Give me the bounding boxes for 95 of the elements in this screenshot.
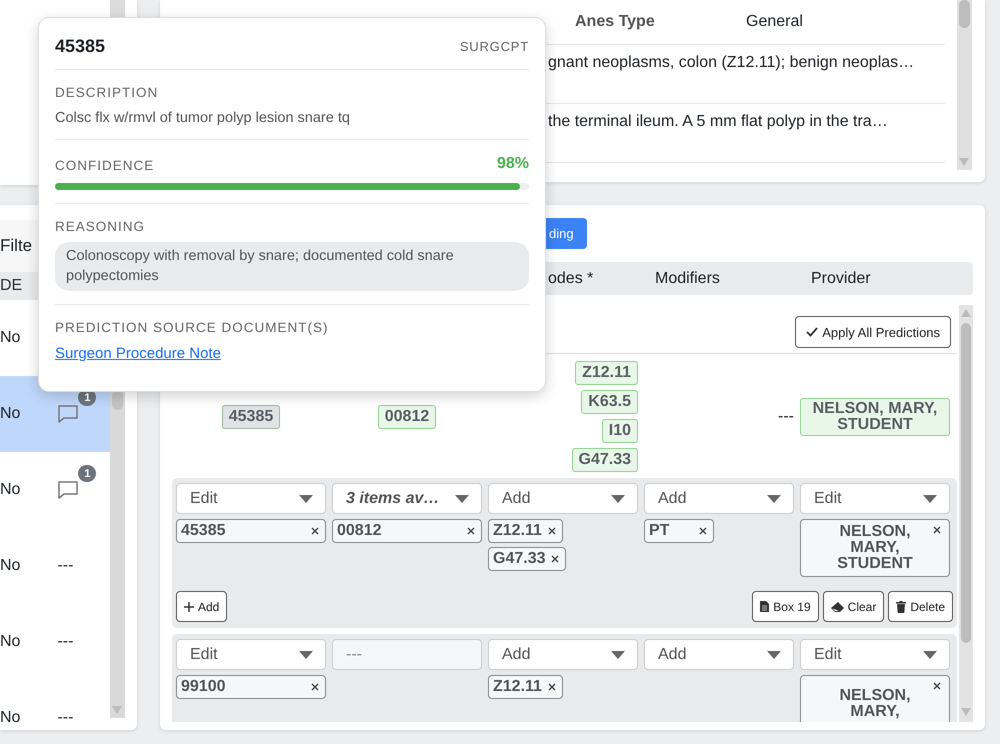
provider-chip[interactable]: NELSON, MARY, STUDENT: [800, 519, 950, 577]
field-label: Anes Type: [575, 13, 656, 31]
box-button[interactable]: Box 19: [752, 591, 819, 622]
remove-icon[interactable]: [551, 555, 560, 563]
caret-icon: [923, 494, 937, 502]
table-cell: ---: [57, 633, 74, 651]
table-row[interactable]: No ---: [0, 680, 110, 730]
table-row[interactable]: No 1: [0, 452, 110, 528]
code-chip[interactable]: Z12.11: [488, 519, 563, 543]
dropdown[interactable]: Add: [488, 483, 638, 514]
remove-icon[interactable]: [548, 683, 556, 691]
prediction-chip[interactable]: NELSON, MARY, STUDENT: [800, 398, 950, 436]
dropdown[interactable]: Edit: [800, 483, 950, 514]
remove-icon[interactable]: [933, 682, 941, 690]
code-chip[interactable]: 99100: [176, 675, 326, 699]
caret-icon: [611, 494, 625, 502]
column-header: Modifiers: [654, 270, 721, 288]
remove-icon[interactable]: [933, 526, 941, 534]
column-header: odes *: [547, 270, 594, 288]
section-label: DESCRIPTION: [55, 85, 160, 100]
description-text: Colsc flx w/rmvl of tumor polyp lesion snare tq: [55, 110, 351, 126]
section-label: PREDICTION SOURCE DOCUMENT(S): [55, 320, 330, 335]
comment-count: 1: [78, 465, 96, 482]
trash-icon: [896, 600, 906, 612]
dropdown[interactable]: 3 items av…: [332, 483, 482, 514]
tab[interactable]: ding: [546, 218, 587, 249]
remove-icon[interactable]: [548, 527, 556, 535]
scrollbar[interactable]: [959, 305, 973, 722]
table-row[interactable]: No ---: [0, 604, 110, 680]
scroll-thumb[interactable]: [112, 390, 123, 410]
disabled-field: ---: [332, 639, 482, 670]
caret-icon: [767, 650, 781, 658]
caret-icon: [767, 494, 781, 502]
filter-label: Filte: [0, 236, 32, 256]
caret-icon: [611, 650, 625, 658]
remove-icon[interactable]: [311, 683, 319, 691]
caret-icon: [299, 494, 313, 502]
table-cell: No: [0, 481, 20, 499]
check-icon: [806, 327, 818, 337]
field-value: General: [746, 13, 804, 31]
provider-chip[interactable]: NELSON, MARY,: [800, 675, 950, 722]
reasoning-text: Colonoscopy with removal by snare; documented cold snare polypectomies: [55, 242, 529, 291]
scroll-thumb[interactable]: [959, 0, 970, 28]
dropdown[interactable]: Add: [488, 639, 638, 670]
prediction-chip[interactable]: K63.5: [581, 390, 638, 414]
code-chip[interactable]: 00812: [332, 519, 482, 543]
section-label: CONFIDENCE: [55, 158, 154, 173]
prediction-chip[interactable]: 00812: [378, 404, 436, 428]
code-chip[interactable]: PT: [644, 519, 714, 543]
popover-title: 45385: [55, 36, 106, 57]
code-system-label: SURGCPT: [460, 39, 529, 54]
document-icon: [760, 601, 770, 612]
eraser-icon: [830, 602, 844, 612]
dropdown[interactable]: Add: [644, 483, 794, 514]
note-text: the terminal ileum. A 5 mm flat polyp in the tra…: [548, 113, 888, 130]
caret-icon: [455, 494, 469, 502]
source-document-link[interactable]: Surgeon Procedure Note: [55, 345, 221, 362]
clear-button[interactable]: Clear: [822, 591, 884, 622]
plus-icon: [184, 602, 194, 612]
table-cell: ---: [57, 709, 74, 727]
prediction-chip[interactable]: I10: [602, 419, 638, 443]
dropdown[interactable]: Edit: [800, 639, 950, 670]
scroll-thumb[interactable]: [961, 323, 971, 643]
caret-icon: [923, 650, 937, 658]
delete-button[interactable]: Delete: [888, 591, 954, 622]
remove-icon[interactable]: [311, 527, 319, 535]
section-label: REASONING: [55, 219, 146, 234]
prediction-chip[interactable]: Z12.11: [575, 361, 638, 385]
add-button[interactable]: Add: [176, 591, 228, 622]
table-cell: No: [0, 405, 20, 423]
table-cell: No: [0, 557, 20, 575]
remove-icon[interactable]: [699, 527, 707, 535]
dropdown[interactable]: Edit: [176, 483, 326, 514]
code-chip[interactable]: 45385: [176, 519, 326, 543]
apply-all-button[interactable]: Apply All Predictions: [795, 316, 952, 348]
table-cell: No: [0, 709, 20, 727]
note-text: gnant neoplasms, colon (Z12.11); benign neoplas…: [548, 54, 914, 71]
caret-icon: [299, 650, 313, 658]
code-chip[interactable]: G47.33: [488, 547, 566, 571]
empty-value: ---: [778, 408, 794, 426]
comment-icon[interactable]: [57, 480, 80, 500]
remove-icon[interactable]: [467, 527, 475, 535]
confidence-value: 98%: [496, 155, 529, 173]
table-row[interactable]: No ---: [0, 528, 110, 604]
prediction-chip[interactable]: 45385: [222, 404, 280, 428]
code-chip[interactable]: Z12.11: [488, 675, 563, 699]
table-cell: ---: [57, 557, 74, 575]
column-header: Provider: [810, 270, 872, 288]
dropdown[interactable]: Edit: [176, 639, 326, 670]
dropdown[interactable]: Add: [644, 639, 794, 670]
prediction-chip[interactable]: G47.33: [572, 448, 638, 472]
comment-icon[interactable]: [57, 404, 80, 424]
scrollbar[interactable]: [957, 0, 972, 170]
scrollbar[interactable]: [110, 390, 125, 718]
table-cell: No: [0, 633, 20, 651]
